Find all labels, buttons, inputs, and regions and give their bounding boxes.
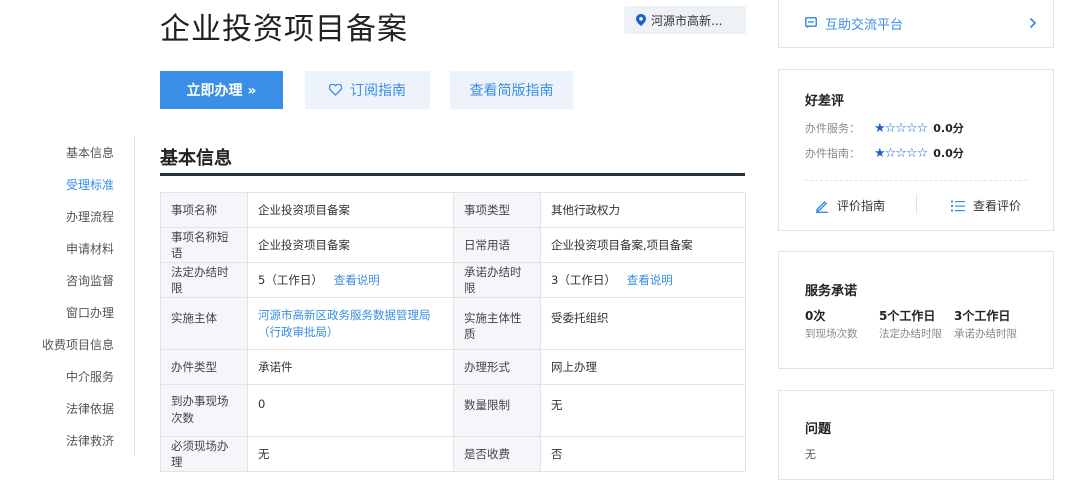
- nav-item-legal-basis[interactable]: 法律依据: [66, 400, 114, 417]
- table-value: 企业投资项目备案: [247, 192, 454, 228]
- table-row: 事项名称短语 企业投资项目备案 日常用语 企业投资项目备案,项目备案: [160, 227, 746, 263]
- heart-icon: [329, 84, 342, 96]
- apply-now-button[interactable]: 立即办理 »: [160, 71, 283, 109]
- table-value: 河源市高新区政务服务数据管理局（行政审批局）: [247, 297, 454, 350]
- help-platform-label: 互助交流平台: [825, 17, 904, 33]
- table-key: 事项名称短语: [160, 227, 248, 263]
- help-platform-card[interactable]: 互助交流平台: [778, 0, 1054, 48]
- nav-item-acceptance-criteria[interactable]: 受理标准: [66, 176, 114, 193]
- table-key: 到办事现场次数: [160, 384, 248, 437]
- subscribe-guide-label: 订阅指南: [350, 83, 406, 99]
- nav-item-basic-info[interactable]: 基本信息: [66, 144, 114, 161]
- table-value: 承诺件: [247, 349, 454, 385]
- table-row: 到办事现场次数 0 数量限制 无: [160, 384, 746, 437]
- table-value: 网上办理: [540, 349, 746, 385]
- view-brief-guide-button[interactable]: 查看简版指南: [450, 71, 573, 109]
- nav-item-fees[interactable]: 收费项目信息: [42, 336, 114, 353]
- question-text: 无: [805, 448, 816, 461]
- nav-item-materials[interactable]: 申请材料: [66, 240, 114, 257]
- implementing-agency-link[interactable]: 河源市高新区政务服务数据管理局（行政审批局）: [258, 308, 431, 339]
- nav-item-consult-supervise[interactable]: 咨询监督: [66, 272, 114, 289]
- commitment-item: 3个工作日 承诺办结时限: [954, 307, 1017, 341]
- table-value: 否: [540, 436, 746, 472]
- section-nav: 基本信息 受理标准 办理流程 申请材料 咨询监督 窗口办理 收费项目信息 中介服…: [28, 136, 135, 456]
- pencil-icon: [816, 200, 828, 213]
- table-key: 承诺办结时限: [453, 262, 541, 298]
- view-legal-deadline-note-link[interactable]: 查看说明: [334, 273, 380, 287]
- table-key: 事项名称: [160, 192, 248, 228]
- table-key: 必须现场办理: [160, 436, 248, 472]
- subscribe-guide-button[interactable]: 订阅指南: [305, 71, 430, 109]
- table-key: 事项类型: [453, 192, 541, 228]
- location-selector[interactable]: 河源市高新...: [624, 6, 746, 34]
- table-key: 日常用语: [453, 227, 541, 263]
- section-title: 基本信息: [160, 148, 232, 169]
- service-commitment-card: 服务承诺 0次 到现场次数 5个工作日 法定办结时限 3个工作日 承诺办结时限: [778, 251, 1054, 369]
- commitment-label: 承诺办结时限: [954, 328, 1017, 340]
- table-value: 企业投资项目备案: [247, 227, 454, 263]
- table-value: 0: [247, 384, 454, 437]
- table-value: 3（工作日） 查看说明: [540, 262, 746, 298]
- commitment-title: 服务承诺: [805, 284, 858, 299]
- service-score: 0.0分: [933, 122, 964, 135]
- guide-star-rating: ★☆☆☆☆: [874, 145, 928, 161]
- page-title: 企业投资项目备案: [160, 12, 408, 47]
- evaluate-guide-label: 评价指南: [837, 199, 886, 213]
- list-icon: [951, 200, 965, 211]
- nav-item-legal-remedy[interactable]: 法律救济: [66, 432, 114, 449]
- chat-icon: [805, 17, 817, 29]
- table-value: 5（工作日） 查看说明: [247, 262, 454, 298]
- table-value: 无: [247, 436, 454, 472]
- action-divider: [916, 194, 917, 214]
- table-row: 法定办结时限 5（工作日） 查看说明 承诺办结时限 3（工作日） 查看说明: [160, 262, 746, 298]
- table-value: 其他行政权力: [540, 192, 746, 228]
- service-star-rating: ★☆☆☆☆: [874, 120, 928, 136]
- promised-deadline-value: 3（工作日）: [551, 273, 616, 287]
- commitment-label: 法定办结时限: [879, 328, 942, 340]
- legal-deadline-value: 5（工作日）: [258, 273, 323, 287]
- table-value: 受委托组织: [540, 297, 746, 350]
- question-card: 问题 无: [778, 390, 1054, 480]
- commitment-item: 0次 到现场次数: [805, 307, 858, 341]
- table-key: 实施主体性质: [453, 297, 541, 350]
- table-key: 法定办结时限: [160, 262, 248, 298]
- section-divider: [160, 173, 745, 176]
- table-key: 数量限制: [453, 384, 541, 437]
- nav-item-intermediary[interactable]: 中介服务: [66, 368, 114, 385]
- table-row: 办件类型 承诺件 办理形式 网上办理: [160, 349, 746, 385]
- location-label: 河源市高新...: [651, 13, 723, 28]
- service-rating-label: 办件服务：: [805, 122, 860, 135]
- service-rating-row: 办件服务： ★☆☆☆☆ 0.0分: [805, 120, 964, 136]
- evaluate-guide-button[interactable]: 评价指南: [815, 197, 885, 214]
- chevron-right-icon: [1029, 17, 1037, 29]
- view-reviews-label: 查看评价: [973, 199, 1022, 213]
- table-value: 无: [540, 384, 746, 437]
- table-row: 必须现场办理 无 是否收费 否: [160, 436, 746, 472]
- nav-item-window[interactable]: 窗口办理: [66, 304, 114, 321]
- commitment-value: 0次: [805, 309, 826, 323]
- rating-divider: [805, 180, 1027, 181]
- table-key: 办件类型: [160, 349, 248, 385]
- guide-rating-row: 办件指南： ★☆☆☆☆ 0.0分: [805, 145, 964, 161]
- table-key: 是否收费: [453, 436, 541, 472]
- table-row: 事项名称 企业投资项目备案 事项类型 其他行政权力: [160, 192, 746, 228]
- rating-title: 好差评: [805, 94, 845, 109]
- view-reviews-button[interactable]: 查看评价: [951, 197, 1021, 214]
- table-key: 办理形式: [453, 349, 541, 385]
- view-promised-deadline-note-link[interactable]: 查看说明: [627, 273, 673, 287]
- location-pin-icon: [636, 14, 646, 26]
- basic-info-table: 事项名称 企业投资项目备案 事项类型 其他行政权力 事项名称短语 企业投资项目备…: [160, 192, 746, 472]
- guide-rating-label: 办件指南：: [805, 147, 860, 160]
- commitment-item: 5个工作日 法定办结时限: [879, 307, 942, 341]
- table-key: 实施主体: [160, 297, 248, 350]
- nav-item-process[interactable]: 办理流程: [66, 208, 114, 225]
- guide-score: 0.0分: [933, 147, 964, 160]
- commitment-label: 到现场次数: [805, 328, 858, 340]
- table-value: 企业投资项目备案,项目备案: [540, 227, 746, 263]
- commitment-value: 5个工作日: [879, 309, 936, 323]
- question-title: 问题: [805, 422, 832, 437]
- table-row: 实施主体 河源市高新区政务服务数据管理局（行政审批局） 实施主体性质 受委托组织: [160, 297, 746, 350]
- commitment-value: 3个工作日: [954, 309, 1011, 323]
- rating-card: 好差评 办件服务： ★☆☆☆☆ 0.0分 办件指南： ★☆☆☆☆ 0.0分 评价…: [778, 69, 1054, 231]
